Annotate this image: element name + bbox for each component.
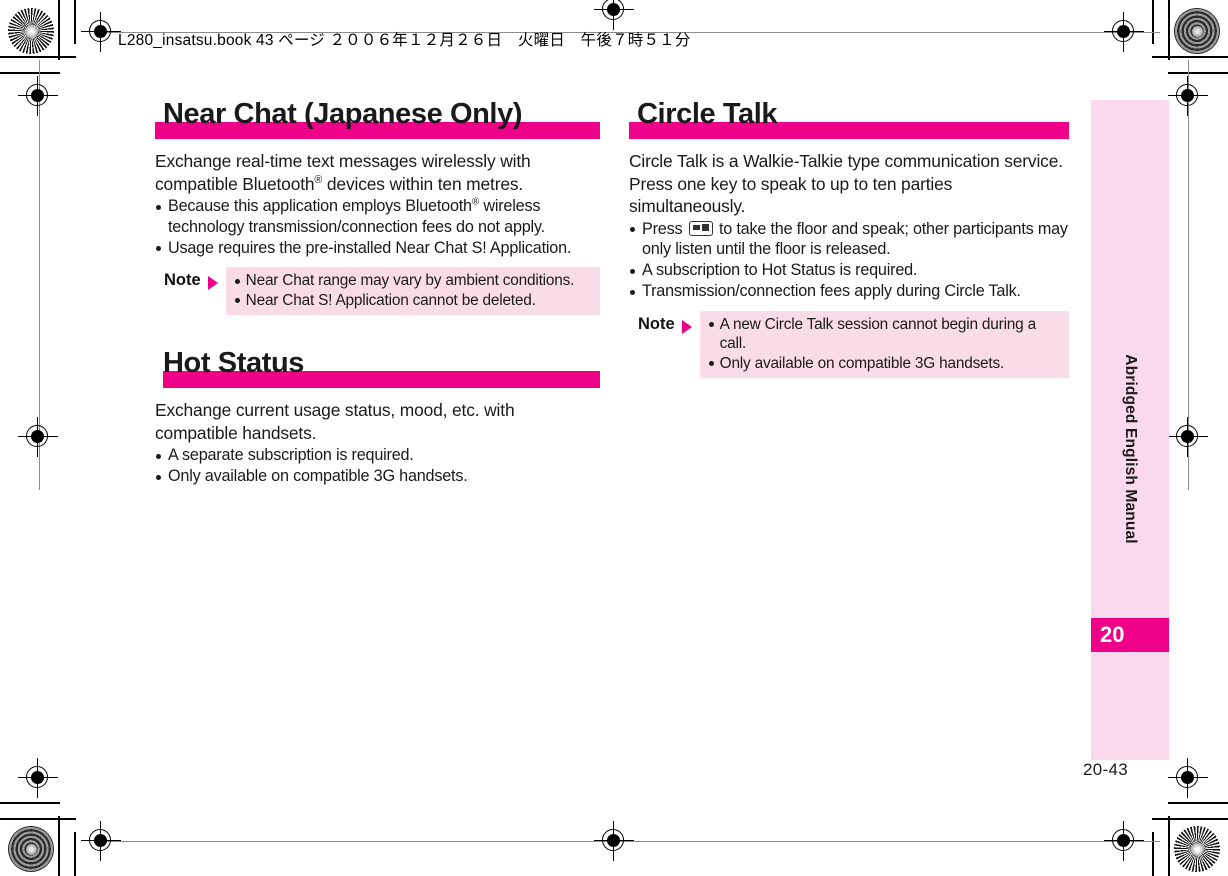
triangle-right-icon <box>207 276 218 290</box>
trim-line-inner-bl-v <box>74 832 76 876</box>
bullet-text: Press <box>642 219 687 238</box>
chapter-tab: Abridged English Manual 20 <box>1091 100 1169 760</box>
resolution-target-bottom-right <box>1174 826 1220 872</box>
section-lead-paragraph: Exchange current usage status, mood, etc… <box>155 400 515 443</box>
trim-line-bot-right-v <box>1168 816 1170 876</box>
density-target-bottom-left <box>8 826 54 872</box>
trim-line-bot-right-h <box>1152 818 1228 820</box>
trim-line-inner-tl-h <box>0 72 60 74</box>
right-column: Circle Talk Circle Talk is a Walkie-Talk… <box>629 100 1069 378</box>
resolution-target-top-left <box>8 8 54 54</box>
trim-line-bot-left-h <box>0 818 76 820</box>
section-near-chat: Near Chat (Japanese Only) Exchange real-… <box>155 100 600 315</box>
note-body: A new Circle Talk session cannot begin d… <box>699 310 1069 378</box>
chapter-number-badge: 20 <box>1091 618 1169 652</box>
trim-line-inner-tl-v <box>74 0 76 44</box>
list-item: A new Circle Talk session cannot begin d… <box>708 315 1063 354</box>
registration-mark-top-left <box>18 76 58 116</box>
list-item: Only available on compatible 3G handsets… <box>155 466 600 487</box>
registration-mark-top-inner-right <box>1104 12 1144 52</box>
section-lead-paragraph: Exchange real-time text messages wireles… <box>155 150 600 195</box>
note-label: Note <box>164 271 201 289</box>
trim-line-bot-left-v <box>58 816 60 876</box>
registration-mark-top-inner-left <box>81 12 121 52</box>
list-item: Only available on compatible 3G handsets… <box>708 354 1063 374</box>
note-list: Near Chat range may vary by ambient cond… <box>234 271 594 310</box>
note-callout: Note Near Chat range may vary by ambient… <box>155 267 600 315</box>
document-header: L280_insatsu.book 43 ページ ２００６年１２月２６日 火曜日… <box>118 32 691 49</box>
lead-text-tail: devices within ten metres. <box>322 173 524 194</box>
registration-mark-bottom-right <box>1168 758 1208 798</box>
page-number: 20-43 <box>1083 760 1128 779</box>
left-column: Near Chat (Japanese Only) Exchange real-… <box>155 100 600 487</box>
section-title: Circle Talk <box>637 98 778 130</box>
section-lead-paragraph: Circle Talk is a Walkie-Talkie type comm… <box>629 151 1063 216</box>
chapter-tab-label: Abridged English Manual <box>1122 354 1139 544</box>
list-item: Usage requires the pre-installed Near Ch… <box>155 238 600 259</box>
triangle-right-icon <box>681 319 692 334</box>
trim-line-inner-br-h <box>1168 802 1228 804</box>
side-key-icon <box>688 220 713 236</box>
list-item: Transmission/connection fees apply durin… <box>629 281 1069 302</box>
bullet-list: A separate subscription is required. Onl… <box>155 445 600 487</box>
registration-mark-bottom-center <box>594 821 634 861</box>
section-heading-hot-status: Hot Status <box>155 349 600 388</box>
list-item: Near Chat range may vary by ambient cond… <box>234 271 594 291</box>
bullet-text: Usage requires the pre-installed Near Ch… <box>168 238 572 257</box>
section-heading-near-chat: Near Chat (Japanese Only) <box>155 100 600 139</box>
registration-mark-top-center <box>594 0 634 30</box>
registration-mark-bottom-inner-right <box>1104 821 1144 861</box>
registration-mark-right-middle <box>1168 417 1208 457</box>
registration-mark-bottom-left <box>18 758 58 798</box>
note-list: A new Circle Talk session cannot begin d… <box>708 315 1063 374</box>
trim-line-top-right-h <box>1152 56 1228 58</box>
registration-mark-top-right <box>1168 76 1208 116</box>
trim-line-inner-bl-h <box>0 802 60 804</box>
list-item: Because this application employs Bluetoo… <box>155 196 600 237</box>
list-item: Press to take the floor and speak; other… <box>629 219 1069 260</box>
section-title: Hot Status <box>163 347 305 379</box>
bullet-list: Press to take the floor and speak; other… <box>629 219 1069 302</box>
note-body: Near Chat range may vary by ambient cond… <box>225 267 600 315</box>
registered-mark-icon: ® <box>471 196 480 208</box>
bullet-list: Because this application employs Bluetoo… <box>155 196 600 258</box>
trim-line-top-left-v <box>58 0 60 60</box>
registration-mark-left-middle <box>18 417 58 457</box>
section-title: Near Chat (Japanese Only) <box>163 98 523 130</box>
trim-line-top-right-v <box>1168 0 1170 60</box>
trim-line-inner-tr-v <box>1152 0 1154 44</box>
trim-line-top-left-h <box>0 56 76 58</box>
section-hot-status: Hot Status Exchange current usage status… <box>155 349 600 487</box>
note-callout: Note A new Circle Talk session cannot be… <box>629 310 1069 378</box>
density-target-top-right <box>1174 8 1220 54</box>
bullet-text: Because this application employs Bluetoo… <box>168 197 472 215</box>
section-circle-talk: Circle Talk Circle Talk is a Walkie-Talk… <box>629 100 1069 378</box>
trim-line-inner-br-v <box>1152 832 1154 876</box>
note-label: Note <box>638 314 675 333</box>
list-item: A subscription to Hot Status is required… <box>629 260 1069 281</box>
section-heading-circle-talk: Circle Talk <box>629 100 1069 139</box>
list-item: Near Chat S! Application cannot be delet… <box>234 291 594 311</box>
registration-mark-bottom-inner-left <box>81 821 121 861</box>
trim-line-inner-tr-h <box>1168 72 1228 74</box>
list-item: A separate subscription is required. <box>155 445 600 466</box>
